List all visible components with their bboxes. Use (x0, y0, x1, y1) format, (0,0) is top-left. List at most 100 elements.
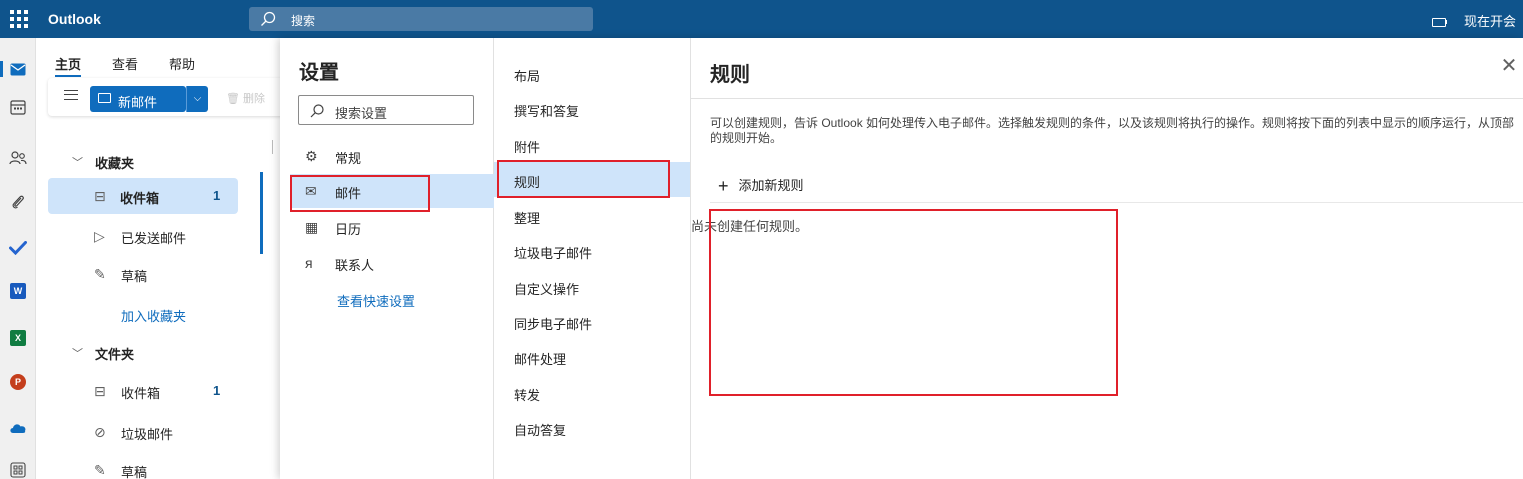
category-people[interactable]: ᴙ 联系人 (290, 246, 494, 280)
settings-search-input[interactable]: 搜索设置 (335, 103, 387, 122)
favorite-sent[interactable]: ▷ 已发送邮件 (36, 218, 280, 254)
tab-home[interactable]: 主页 (55, 54, 82, 77)
send-icon: ▷ (94, 228, 105, 244)
search-input[interactable]: 搜索 (291, 12, 315, 29)
rules-title: 规则 (710, 64, 750, 86)
app-launcher-icon[interactable] (8, 8, 30, 30)
word-icon[interactable]: W (8, 281, 28, 301)
section-attachments[interactable]: 附件 (494, 127, 690, 162)
message-list-edge (258, 130, 282, 479)
folder-junk[interactable]: ⊘ 垃圾邮件 (36, 414, 280, 450)
section-message-handling[interactable]: 邮件处理 (494, 339, 690, 374)
annotation-box-mail (290, 175, 430, 212)
menu-icon[interactable] (64, 90, 78, 100)
section-compose-reply[interactable]: 撰写和答复 (494, 91, 690, 126)
top-bar: Outlook 搜索 现在开会 (0, 0, 1523, 38)
envelope-icon (98, 93, 111, 103)
folder-label: 垃圾邮件 (121, 427, 174, 442)
favorites-header[interactable]: ﹀ 收藏夹 (36, 143, 280, 179)
section-sync-email[interactable]: 同步电子邮件 (494, 304, 690, 339)
annotation-box-rules (497, 160, 670, 198)
section-sweep[interactable]: 整理 (494, 198, 690, 233)
section-label: 自动答复 (514, 423, 567, 438)
close-icon[interactable]: ✕ (1499, 56, 1519, 76)
folders-header[interactable]: ﹀ 文件夹 (36, 334, 280, 370)
section-forwarding[interactable]: 转发 (494, 375, 690, 410)
add-rule-button[interactable]: + 添加新规则 (718, 175, 804, 197)
todo-icon[interactable] (8, 238, 28, 258)
mail-settings-sections: 布局 撰写和答复 附件 规则 整理 垃圾电子邮件 自定义操作 同步电子邮件 邮件… (494, 38, 691, 479)
favorite-drafts[interactable]: ✎ 草稿 (36, 256, 280, 292)
calendar-icon[interactable] (8, 97, 28, 117)
divider (691, 98, 1523, 99)
folder-label: 收件箱 (121, 386, 161, 401)
unread-count: 1 (213, 188, 221, 203)
section-label: 布局 (514, 69, 541, 84)
search-icon (261, 11, 276, 26)
chevron-down-icon: ﹀ (72, 157, 83, 169)
folder-label: 草稿 (121, 465, 148, 479)
section-label: 撰写和答复 (514, 104, 580, 119)
category-calendar[interactable]: ▦ 日历 (290, 210, 494, 244)
unread-count: 1 (213, 383, 221, 398)
plus-icon: + (718, 176, 729, 196)
excel-icon[interactable]: X (8, 328, 28, 348)
section-label: 整理 (514, 211, 541, 226)
delete-button[interactable]: 🗑 删除 (226, 90, 265, 106)
powerpoint-icon[interactable]: P (8, 372, 28, 392)
tab-view[interactable]: 查看 (112, 54, 138, 73)
category-label: 常规 (335, 151, 362, 166)
mail-icon[interactable] (0, 59, 28, 79)
people-icon[interactable] (8, 148, 28, 168)
attach-icon[interactable] (8, 192, 28, 212)
section-label: 邮件处理 (514, 352, 567, 367)
rules-description: 可以创建规则，告诉 Outlook 如何处理传入电子邮件。选择触发规则的条件，以… (710, 116, 1515, 145)
inbox-icon: ⊟ (94, 383, 106, 399)
pencil-icon: ✎ (94, 462, 106, 478)
new-mail-button[interactable]: 新邮件 ⌵ (90, 86, 208, 112)
settings-search-box[interactable]: 搜索设置 (298, 95, 474, 125)
delete-label: 删除 (243, 93, 266, 105)
add-favorite-label: 加入收藏夹 (121, 309, 187, 324)
section-junk-email[interactable]: 垃圾电子邮件 (494, 233, 690, 268)
section-automatic-replies[interactable]: 自动答复 (494, 410, 690, 445)
favorite-inbox[interactable]: ⊟ 收件箱 1 (48, 178, 238, 214)
search-icon (310, 104, 324, 118)
meet-now-label: 现在开会 (1464, 14, 1517, 29)
selection-bar (260, 172, 263, 254)
calendar-icon: ▦ (305, 219, 319, 235)
settings-title: 设置 (299, 62, 339, 84)
folder-label: 收件箱 (120, 191, 160, 206)
add-favorite-link[interactable]: 加入收藏夹 (36, 296, 280, 332)
chevron-down-icon[interactable]: ⌵ (186, 86, 208, 112)
section-label: 同步电子邮件 (514, 317, 593, 332)
chevron-down-icon: ﹀ (72, 348, 83, 360)
section-custom-actions[interactable]: 自定义操作 (494, 269, 690, 304)
apps-icon[interactable] (8, 460, 28, 479)
gear-icon: ⚙ (305, 148, 318, 164)
trash-icon: 🗑 (226, 93, 240, 105)
folder-inbox[interactable]: ⊟ 收件箱 1 (36, 373, 280, 409)
onedrive-icon[interactable] (8, 418, 28, 438)
category-label: 日历 (335, 222, 362, 237)
annotation-box-empty (709, 209, 1118, 396)
video-icon (1432, 18, 1447, 28)
pencil-icon: ✎ (94, 266, 106, 282)
junk-icon: ⊘ (94, 424, 106, 440)
quick-settings-link[interactable]: 查看快速设置 (337, 291, 415, 310)
category-general[interactable]: ⚙ 常规 (290, 139, 494, 173)
search-box[interactable]: 搜索 (249, 7, 593, 31)
people-icon: ᴙ (305, 255, 313, 271)
section-label: 转发 (514, 388, 541, 403)
section-label: 垃圾电子邮件 (514, 246, 593, 261)
folder-label: 草稿 (121, 269, 148, 284)
add-rule-label: 添加新规则 (738, 178, 804, 193)
meet-now-button[interactable]: 现在开会 (1432, 11, 1516, 30)
favorites-header-label: 收藏夹 (95, 156, 135, 171)
section-layout[interactable]: 布局 (494, 56, 690, 91)
ribbon-tabs: 主页 查看 帮助 (36, 38, 286, 77)
folder-drafts[interactable]: ✎ 草稿 (36, 452, 280, 479)
app-name[interactable]: Outlook (48, 11, 101, 27)
app-rail: W X P (0, 38, 36, 479)
tab-help[interactable]: 帮助 (169, 54, 195, 73)
